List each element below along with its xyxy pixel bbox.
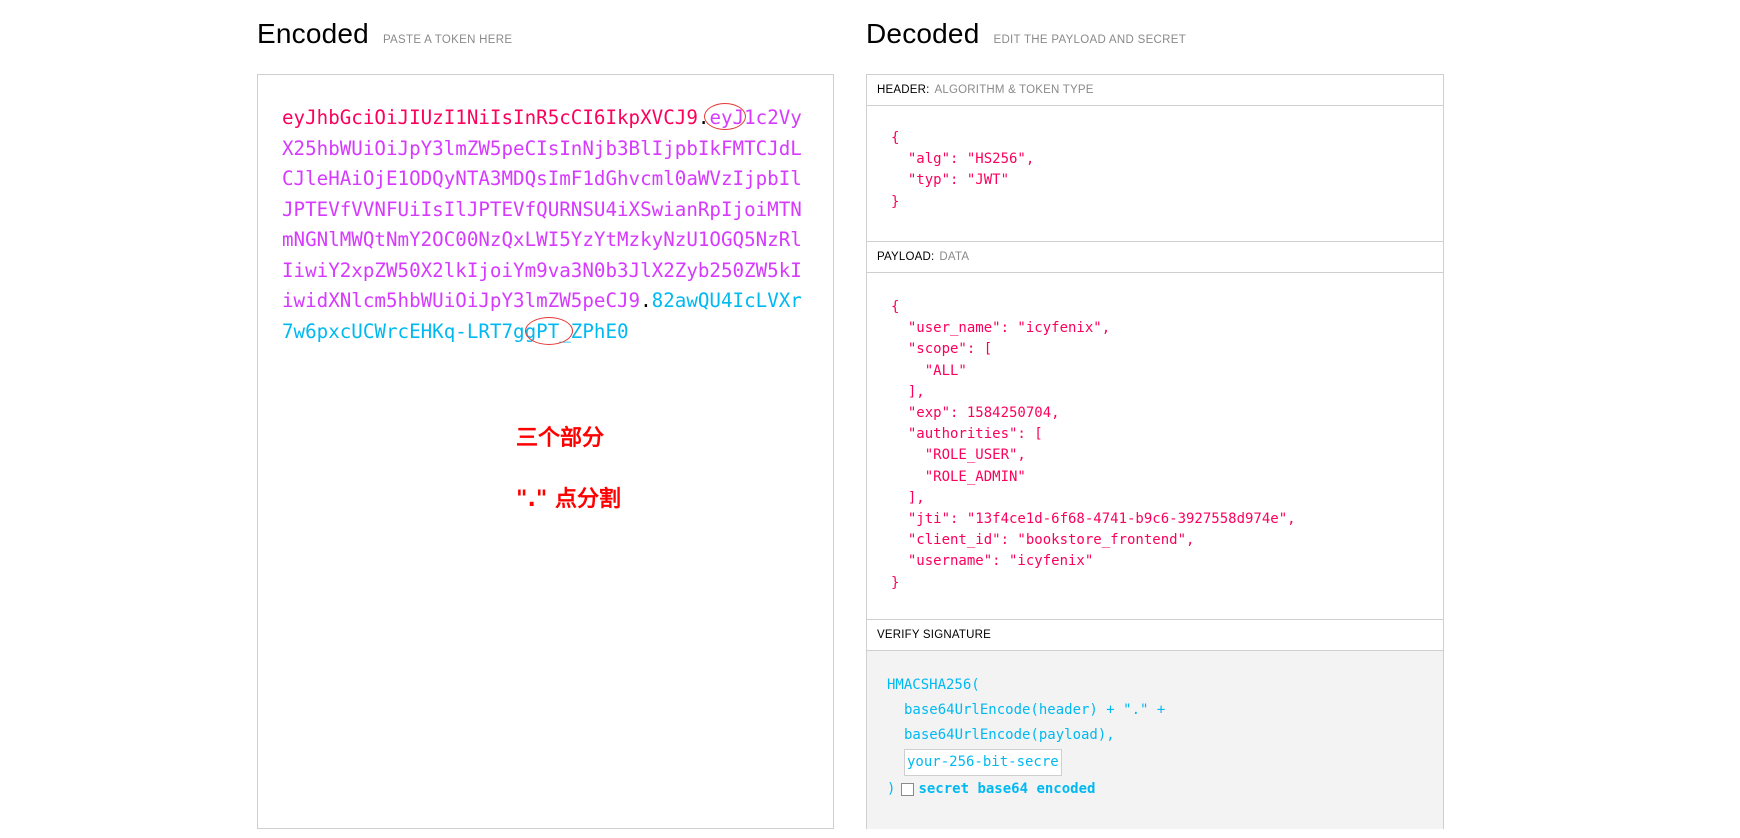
header-sublabel: ALGORITHM & TOKEN TYPE <box>934 84 1094 96</box>
annotation-dot-separated: "." 点分割 <box>516 487 621 512</box>
encode-header-line: base64UrlEncode(header) + "." + <box>904 702 1166 718</box>
decoded-title: Decoded <box>866 18 980 49</box>
payload-json: { "user_name": "icyfenix", "scope": [ "A… <box>891 299 1296 591</box>
secret-base64-label[interactable]: secret base64 encoded <box>918 781 1095 797</box>
header-json-editor[interactable]: { "alg": "HS256", "typ": "JWT" } <box>867 106 1443 242</box>
signature-section-label: VERIFY SIGNATURE <box>867 620 1443 651</box>
dot-highlight-circle <box>525 317 573 345</box>
payload-json-editor[interactable]: { "user_name": "icyfenix", "scope": [ "A… <box>867 273 1443 620</box>
decoded-panel: HEADER: ALGORITHM & TOKEN TYPE { "alg": … <box>866 74 1444 829</box>
encoded-title: Encoded <box>257 18 369 49</box>
signature-close-line: ) secret base64 encoded <box>887 777 1443 802</box>
token-separator-dot: . <box>640 289 652 312</box>
dot-highlight-circle <box>704 103 746 130</box>
secret-line <box>887 748 1443 777</box>
token-header-part: eyJhbGciOiJIUzI1NiIsInR5cCI6IkpXVCJ9 <box>282 106 698 129</box>
encoded-subtitle: PASTE A TOKEN HERE <box>382 34 513 46</box>
secret-base64-checkbox[interactable] <box>901 782 915 796</box>
payload-label: PAYLOAD: <box>877 251 935 263</box>
payload-sublabel: DATA <box>939 251 970 263</box>
encode-payload-line: base64UrlEncode(payload), <box>904 727 1115 743</box>
token-payload-part: eyJ1c2VyX25hbWUiOiJpY3lmZW5peCIsInNjb3Bl… <box>282 106 802 312</box>
closing-paren: ) <box>887 781 896 797</box>
annotation-three-parts: 三个部分 <box>516 426 605 451</box>
signature-body: HMACSHA256( base64UrlEncode(header) + ".… <box>867 651 1443 829</box>
decoded-heading: Decoded EDIT THE PAYLOAD AND SECRET <box>866 18 1186 50</box>
encoded-heading: Encoded PASTE A TOKEN HERE <box>257 18 512 50</box>
hmac-function-line: HMACSHA256( <box>887 677 980 693</box>
decoded-subtitle: EDIT THE PAYLOAD AND SECRET <box>993 34 1187 46</box>
header-json: { "alg": "HS256", "typ": "JWT" } <box>891 130 1035 210</box>
header-section-label: HEADER: ALGORITHM & TOKEN TYPE <box>867 75 1443 106</box>
secret-input[interactable] <box>904 748 1062 776</box>
header-label: HEADER: <box>877 84 930 96</box>
payload-section-label: PAYLOAD: DATA <box>867 242 1443 273</box>
token-text[interactable]: eyJhbGciOiJIUzI1NiIsInR5cCI6IkpXVCJ9.eyJ… <box>282 103 802 347</box>
signature-label: VERIFY SIGNATURE <box>877 629 991 641</box>
